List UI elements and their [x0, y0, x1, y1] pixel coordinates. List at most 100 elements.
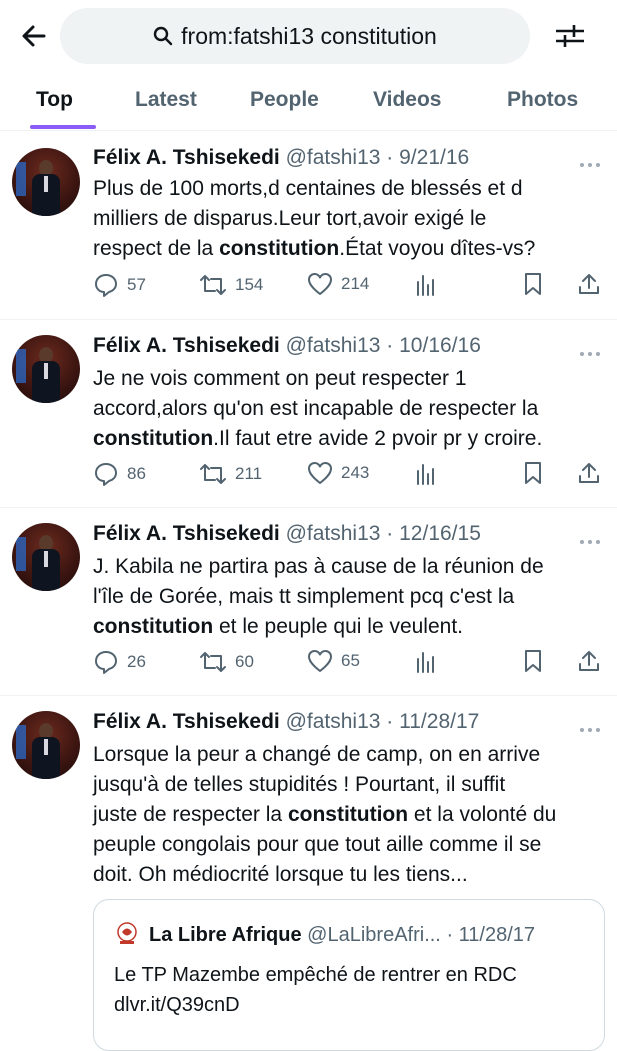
search-input[interactable]: from:fatshi13 constitution: [60, 8, 530, 64]
tweet-date[interactable]: · 9/21/16: [386, 146, 469, 169]
tweet-line: respect de la constitution.État voyou dî…: [93, 237, 536, 260]
analytics-icon: [417, 275, 434, 296]
top-bar: from:fatshi13 constitution: [0, 0, 617, 70]
views-button[interactable]: [415, 649, 445, 673]
analytics-icon: [417, 652, 434, 673]
views-button[interactable]: [415, 461, 445, 485]
bookmark-button[interactable]: [523, 272, 551, 296]
quoted-tweet-text: Le TP Mazembe empêché de rentrer en RDC …: [114, 960, 517, 1020]
tab-videos[interactable]: Videos: [373, 88, 441, 112]
like-button[interactable]: 65: [307, 649, 360, 673]
share-button[interactable]: [577, 649, 609, 673]
tweet-text: Je ne vois comment on peut respecter 1 a…: [93, 364, 603, 454]
quoted-author-handle[interactable]: @LaLibreAfri...: [307, 924, 441, 946]
tab-people[interactable]: People: [250, 88, 319, 112]
author-name[interactable]: Félix A. Tshisekedi: [93, 146, 280, 169]
author-handle[interactable]: @fatshi13: [286, 522, 381, 545]
quoted-tweet-link[interactable]: dlvr.it/Q39cnD: [114, 990, 517, 1020]
avatar[interactable]: [12, 711, 80, 779]
retweet-count: 60: [235, 652, 254, 671]
retweet-count: 154: [235, 275, 264, 294]
quoted-author-name[interactable]: La Libre Afrique: [149, 924, 302, 946]
retweet-button[interactable]: 60: [199, 649, 254, 675]
author-handle[interactable]: @fatshi13: [286, 710, 381, 733]
reply-count: 86: [127, 464, 146, 483]
like-count: 65: [341, 651, 360, 670]
share-icon: [579, 651, 599, 671]
tweet-line: doit. Oh médiocrité lorsque tu les tiens…: [93, 863, 468, 886]
avatar[interactable]: [12, 523, 80, 591]
tweet-line: juste de respecter la constitution et la…: [93, 803, 557, 826]
share-icon: [579, 274, 599, 294]
active-tab-indicator: [30, 125, 96, 129]
share-icon: [579, 463, 599, 483]
tweet-actions: 86 211 243: [93, 461, 608, 491]
bookmark-button[interactable]: [523, 461, 551, 485]
quoted-tweet-line: Le TP Mazembe empêché de rentrer en RDC: [114, 964, 517, 986]
like-button[interactable]: 243: [307, 461, 369, 485]
tweet-line: Plus de 100 morts,d centaines de blessés…: [93, 177, 523, 200]
author-handle[interactable]: @fatshi13: [286, 334, 381, 357]
retweet-button[interactable]: 211: [199, 461, 262, 487]
retweet-icon: [200, 464, 226, 484]
heart-icon: [308, 462, 332, 484]
share-button[interactable]: [577, 272, 609, 296]
views-button[interactable]: [415, 272, 445, 296]
tweet-actions: 57 154 214: [93, 272, 608, 302]
bookmark-icon: [525, 462, 541, 484]
like-count: 243: [341, 463, 370, 482]
tweet-date[interactable]: · 11/28/17: [386, 710, 479, 733]
reply-icon: [95, 651, 117, 674]
tab-top[interactable]: Top: [36, 88, 73, 112]
tweet-line: accord,alors qu'on est incapable de resp…: [93, 397, 539, 420]
like-button[interactable]: 214: [307, 272, 369, 296]
tweet-date[interactable]: · 12/16/15: [386, 522, 481, 545]
reply-button[interactable]: 57: [93, 272, 146, 298]
tweet-line: Je ne vois comment on peut respecter 1: [93, 367, 467, 390]
avatar[interactable]: [12, 148, 80, 216]
tweet-line: Lorsque la peur a changé de camp, on en …: [93, 743, 541, 766]
tweet-actions: 26 60 65: [93, 649, 608, 679]
more-options-icon[interactable]: [580, 154, 604, 167]
reply-button[interactable]: 86: [93, 461, 146, 487]
more-options-icon[interactable]: [580, 531, 604, 544]
back-arrow-icon[interactable]: [18, 20, 50, 52]
reply-icon: [95, 274, 117, 297]
more-options-icon[interactable]: [580, 343, 604, 356]
quoted-tweet-date: · 11/28/17: [446, 924, 536, 946]
tweet-line: l'île de Gorée, mais tt simplement pcq c…: [93, 585, 515, 608]
tweet-header: Félix A. Tshisekedi @fatshi13 · 12/16/15: [93, 522, 481, 546]
tweet-line: J. Kabila ne partira pas à cause de la r…: [93, 555, 544, 578]
tab-photos[interactable]: Photos: [507, 88, 578, 112]
retweet-count: 211: [235, 464, 263, 483]
analytics-icon: [417, 464, 434, 485]
tweet-line: constitution.Il faut etre avide 2 pvoir …: [93, 427, 543, 450]
more-options-icon[interactable]: [580, 719, 604, 732]
tweet-text: J. Kabila ne partira pas à cause de la r…: [93, 552, 603, 642]
reply-count: 26: [127, 652, 146, 671]
search-icon: [153, 26, 173, 46]
author-handle[interactable]: @fatshi13: [286, 146, 381, 169]
filter-icon[interactable]: [553, 20, 587, 52]
tweet-date[interactable]: · 10/16/16: [386, 334, 481, 357]
quoted-tweet[interactable]: La Libre Afrique @LaLibreAfri... · 11/28…: [93, 899, 605, 1051]
bookmark-icon: [525, 273, 541, 295]
tweet-line: peuple congolais pour que tout aille com…: [93, 833, 542, 856]
tweet-line: constitution et le peuple qui le veulent…: [93, 615, 464, 638]
author-name[interactable]: Félix A. Tshisekedi: [93, 334, 280, 357]
bookmark-icon: [525, 650, 541, 672]
search-tabs: Top Latest People Videos Photos: [0, 70, 617, 131]
retweet-button[interactable]: 154: [199, 272, 263, 298]
tab-latest[interactable]: Latest: [135, 88, 197, 112]
share-button[interactable]: [577, 461, 609, 485]
author-name[interactable]: Félix A. Tshisekedi: [93, 522, 280, 545]
retweet-icon: [200, 275, 226, 295]
avatar[interactable]: [12, 335, 80, 403]
tweet-text: Lorsque la peur a changé de camp, on en …: [93, 740, 603, 890]
author-name[interactable]: Félix A. Tshisekedi: [93, 710, 280, 733]
reply-button[interactable]: 26: [93, 649, 146, 675]
la-libre-afrique-logo-icon: [117, 922, 137, 944]
tweet-line: milliers de disparus.Leur tort,avoir exi…: [93, 207, 487, 230]
tweet-header: Félix A. Tshisekedi @fatshi13 · 9/21/16: [93, 146, 469, 170]
bookmark-button[interactable]: [523, 649, 551, 673]
